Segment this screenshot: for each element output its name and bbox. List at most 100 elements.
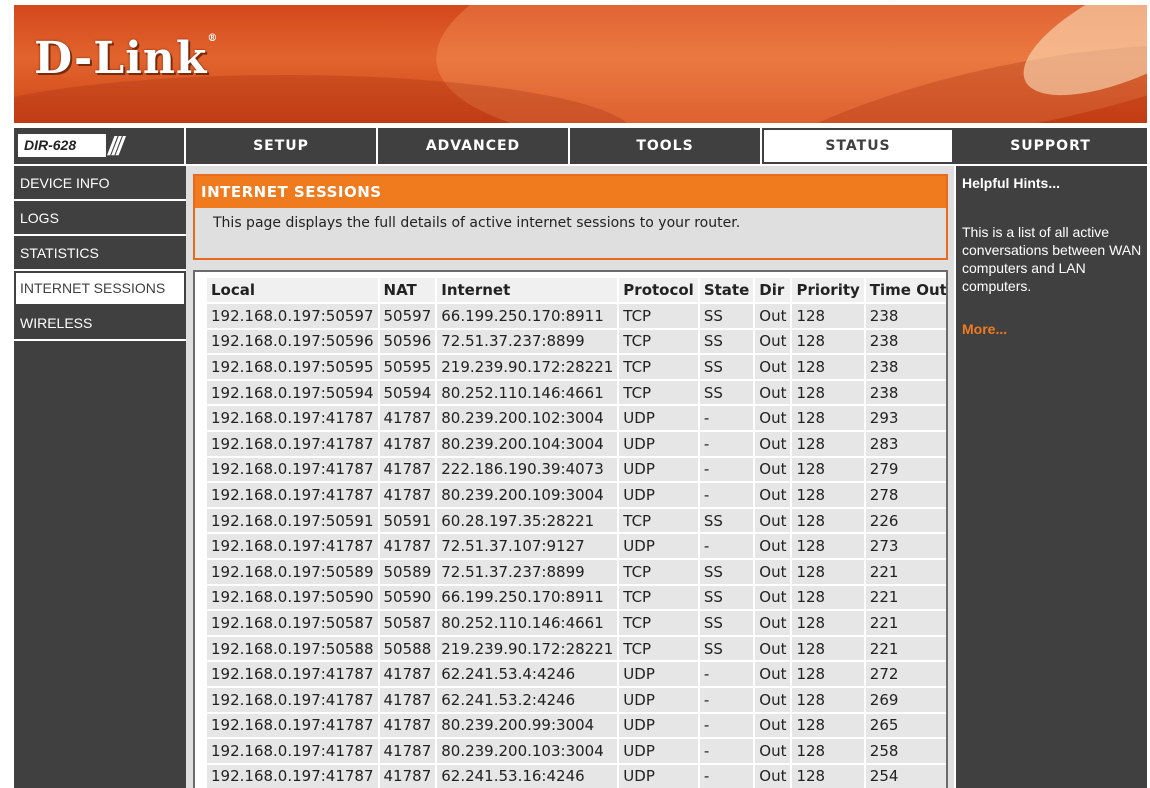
cell-priority: 128 bbox=[792, 739, 864, 763]
cell-dir: Out bbox=[755, 483, 791, 507]
sidebar-item-statistics[interactable]: STATISTICS bbox=[14, 236, 186, 271]
cell-local: 192.168.0.197:50591 bbox=[207, 508, 378, 533]
table-row: 192.168.0.197:41787 41787 62.241.53.16:424… bbox=[207, 764, 946, 788]
cell-protocol: UDP bbox=[619, 687, 698, 712]
hints-more-link[interactable]: More... bbox=[956, 295, 1147, 337]
cell-local: 192.168.0.197:50589 bbox=[207, 559, 378, 584]
cell-priority: 128 bbox=[792, 431, 864, 456]
cell-local: 192.168.0.197:41787 bbox=[207, 483, 378, 507]
cell-nat: 41787 bbox=[379, 687, 436, 712]
cell-local: 192.168.0.197:41787 bbox=[207, 534, 378, 558]
cell-timeout: 221 bbox=[865, 636, 946, 661]
cell-priority: 128 bbox=[792, 457, 864, 482]
cell-dir: Out bbox=[755, 559, 791, 584]
cell-state: - bbox=[699, 739, 754, 763]
cell-protocol: TCP bbox=[619, 508, 698, 533]
sidebar-item-internet-sessions[interactable]: INTERNET SESSIONS bbox=[14, 271, 186, 306]
cell-state: - bbox=[699, 431, 754, 456]
cell-timeout: 279 bbox=[865, 457, 946, 482]
cell-local: 192.168.0.197:50595 bbox=[207, 355, 378, 379]
table-row: 192.168.0.197:41787 41787 72.51.37.107:912… bbox=[207, 534, 946, 558]
model-slashes: /// bbox=[108, 131, 124, 161]
cell-internet: 66.199.250.170:8911 bbox=[437, 585, 618, 610]
cell-internet: 219.239.90.172:28221 bbox=[437, 636, 618, 661]
intro-box: INTERNET SESSIONS This page displays the… bbox=[193, 174, 948, 260]
tab-setup[interactable]: SETUP bbox=[186, 128, 378, 164]
tab-tools[interactable]: TOOLS bbox=[570, 128, 762, 164]
cell-state: - bbox=[699, 534, 754, 558]
cell-nat: 50596 bbox=[379, 329, 436, 354]
cell-timeout: 221 bbox=[865, 585, 946, 610]
cell-protocol: UDP bbox=[619, 739, 698, 763]
cell-protocol: UDP bbox=[619, 534, 698, 558]
cell-priority: 128 bbox=[792, 508, 864, 533]
cell-local: 192.168.0.197:50588 bbox=[207, 636, 378, 661]
cell-internet: 80.239.200.104:3004 bbox=[437, 431, 618, 456]
cell-dir: Out bbox=[755, 406, 791, 430]
cell-local: 192.168.0.197:50597 bbox=[207, 304, 378, 328]
cell-timeout: 265 bbox=[865, 713, 946, 738]
model-cell: DIR-628 /// bbox=[14, 128, 186, 164]
cell-dir: Out bbox=[755, 764, 791, 788]
cell-protocol: UDP bbox=[619, 457, 698, 482]
cell-priority: 128 bbox=[792, 713, 864, 738]
cell-local: 192.168.0.197:41787 bbox=[207, 662, 378, 686]
registered-mark: ® bbox=[207, 33, 219, 44]
tab-status[interactable]: STATUS bbox=[762, 128, 954, 164]
cell-state: SS bbox=[699, 611, 754, 635]
cell-timeout: 272 bbox=[865, 662, 946, 686]
cell-internet: 80.239.200.102:3004 bbox=[437, 406, 618, 430]
cell-internet: 219.239.90.172:28221 bbox=[437, 355, 618, 379]
cell-nat: 41787 bbox=[379, 406, 436, 430]
cell-local: 192.168.0.197:50596 bbox=[207, 329, 378, 354]
cell-local: 192.168.0.197:41787 bbox=[207, 687, 378, 712]
cell-nat: 41787 bbox=[379, 662, 436, 686]
sidebar-item-wireless[interactable]: WIRELESS bbox=[14, 306, 186, 341]
cell-protocol: TCP bbox=[619, 329, 698, 354]
cell-protocol: UDP bbox=[619, 406, 698, 430]
cell-dir: Out bbox=[755, 662, 791, 686]
cell-nat: 50588 bbox=[379, 636, 436, 661]
header-banner: D-Link® bbox=[14, 5, 1147, 123]
cell-priority: 128 bbox=[792, 585, 864, 610]
cell-protocol: TCP bbox=[619, 559, 698, 584]
table-row: 192.168.0.197:41787 41787 62.241.53.2:4246… bbox=[207, 687, 946, 712]
sidebar-item-device-info[interactable]: DEVICE INFO bbox=[14, 166, 186, 201]
cell-dir: Out bbox=[755, 457, 791, 482]
cell-priority: 128 bbox=[792, 355, 864, 379]
cell-local: 192.168.0.197:50590 bbox=[207, 585, 378, 610]
cell-internet: 72.51.37.237:8899 bbox=[437, 559, 618, 584]
hints-body: This is a list of all active conversatio… bbox=[962, 224, 1142, 294]
cell-dir: Out bbox=[755, 713, 791, 738]
cell-protocol: UDP bbox=[619, 662, 698, 686]
cell-timeout: 269 bbox=[865, 687, 946, 712]
model-name: DIR-628 bbox=[18, 134, 106, 157]
table-row: 192.168.0.197:50590 50590 66.199.250.170:8… bbox=[207, 585, 946, 610]
table-row: 192.168.0.197:41787 41787 80.239.200.104:3… bbox=[207, 431, 946, 456]
cell-internet: 62.241.53.16:4246 bbox=[437, 764, 618, 788]
column-header-nat: NAT bbox=[379, 278, 436, 302]
table-row: 192.168.0.197:41787 41787 80.239.200.99:30… bbox=[207, 713, 946, 738]
cell-dir: Out bbox=[755, 739, 791, 763]
table-row: 192.168.0.197:50591 50591 60.28.197.35:282… bbox=[207, 508, 946, 533]
cell-timeout: 226 bbox=[865, 508, 946, 533]
cell-state: - bbox=[699, 764, 754, 788]
table-row: 192.168.0.197:41787 41787 80.239.200.103:3… bbox=[207, 739, 946, 763]
cell-nat: 50589 bbox=[379, 559, 436, 584]
tab-advanced[interactable]: ADVANCED bbox=[378, 128, 570, 164]
cell-dir: Out bbox=[755, 431, 791, 456]
cell-local: 192.168.0.197:50587 bbox=[207, 611, 378, 635]
column-header-protocol: Protocol bbox=[619, 278, 698, 302]
cell-local: 192.168.0.197:41787 bbox=[207, 406, 378, 430]
tab-support[interactable]: SUPPORT bbox=[954, 128, 1147, 164]
sidebar-item-logs[interactable]: LOGS bbox=[14, 201, 186, 236]
cell-state: SS bbox=[699, 355, 754, 379]
cell-dir: Out bbox=[755, 508, 791, 533]
main-content: INTERNET SESSIONS This page displays the… bbox=[186, 166, 954, 788]
cell-internet: 80.239.200.99:3004 bbox=[437, 713, 618, 738]
helpful-hints-panel: Helpful Hints... This is a list of all a… bbox=[956, 166, 1147, 788]
cell-internet: 62.241.53.2:4246 bbox=[437, 687, 618, 712]
cell-protocol: TCP bbox=[619, 636, 698, 661]
cell-local: 192.168.0.197:41787 bbox=[207, 457, 378, 482]
cell-local: 192.168.0.197:41787 bbox=[207, 764, 378, 788]
